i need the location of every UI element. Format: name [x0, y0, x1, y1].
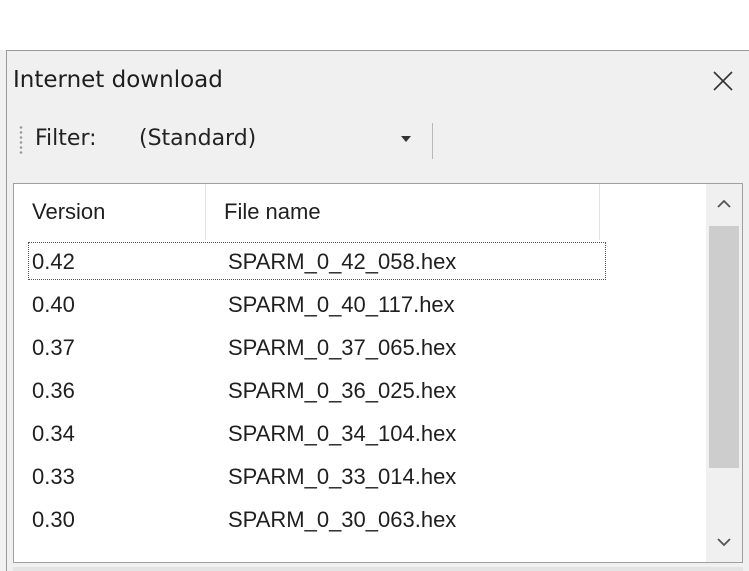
filter-select-value: (Standard) [139, 126, 257, 151]
cell-version: 0.30 [32, 507, 75, 532]
bottom-strip [13, 567, 743, 571]
filter-label: Filter: [35, 126, 97, 151]
dropdown-arrow-icon [401, 136, 411, 142]
scroll-down-button[interactable] [706, 522, 742, 562]
cell-file-name: SPARM_0_34_104.hex [228, 421, 457, 446]
column-header-file-name[interactable]: File name [206, 184, 600, 240]
filter-select[interactable]: (Standard) [129, 120, 425, 160]
cell-version: 0.34 [32, 421, 75, 446]
scroll-thumb[interactable] [709, 226, 739, 468]
chevron-down-icon [717, 538, 731, 547]
column-header-filler [600, 184, 706, 240]
toolbar-separator [432, 123, 433, 159]
toolbar-grip[interactable] [19, 125, 23, 155]
page: Internet download Filter: (Standard) Ver… [0, 0, 749, 571]
list-rows: 0.42 SPARM_0_42_058.hex 0.40 SPARM_0_40_… [14, 242, 706, 543]
download-dialog: Internet download Filter: (Standard) Ver… [6, 50, 749, 571]
cell-version: 0.37 [32, 335, 75, 360]
scroll-up-button[interactable] [706, 184, 742, 224]
vertical-scrollbar[interactable] [706, 184, 742, 562]
list-row[interactable]: 0.36 SPARM_0_36_025.hex [14, 371, 706, 414]
cell-version: 0.33 [32, 464, 75, 489]
chevron-up-icon [717, 199, 731, 208]
list-row[interactable]: 0.42 SPARM_0_42_058.hex [14, 242, 706, 285]
list-row[interactable]: 0.33 SPARM_0_33_014.hex [14, 457, 706, 500]
list-row[interactable]: 0.37 SPARM_0_37_065.hex [14, 328, 706, 371]
close-icon [713, 71, 733, 91]
cell-version: 0.42 [32, 249, 75, 274]
list-row[interactable]: 0.34 SPARM_0_34_104.hex [14, 414, 706, 457]
close-button[interactable] [703, 63, 743, 99]
cell-file-name: SPARM_0_33_014.hex [228, 464, 457, 489]
dialog-title: Internet download [13, 67, 223, 93]
cell-file-name: SPARM_0_37_065.hex [228, 335, 457, 360]
list-row[interactable]: 0.30 SPARM_0_30_063.hex [14, 500, 706, 543]
list-header: Version File name [14, 184, 706, 240]
cell-version: 0.40 [32, 292, 75, 317]
cell-file-name: SPARM_0_42_058.hex [228, 249, 457, 274]
cell-version: 0.36 [32, 378, 75, 403]
cell-file-name: SPARM_0_36_025.hex [228, 378, 457, 403]
title-bar: Internet download [7, 51, 749, 111]
list-row[interactable]: 0.40 SPARM_0_40_117.hex [14, 285, 706, 328]
column-header-version[interactable]: Version [14, 184, 206, 240]
toolbar: Filter: (Standard) [13, 115, 743, 165]
cell-file-name: SPARM_0_40_117.hex [228, 292, 455, 317]
top-bar [0, 0, 749, 50]
download-list[interactable]: Version File name 0.42 SPARM_0_42_058.he… [13, 183, 743, 563]
cell-file-name: SPARM_0_30_063.hex [228, 507, 457, 532]
